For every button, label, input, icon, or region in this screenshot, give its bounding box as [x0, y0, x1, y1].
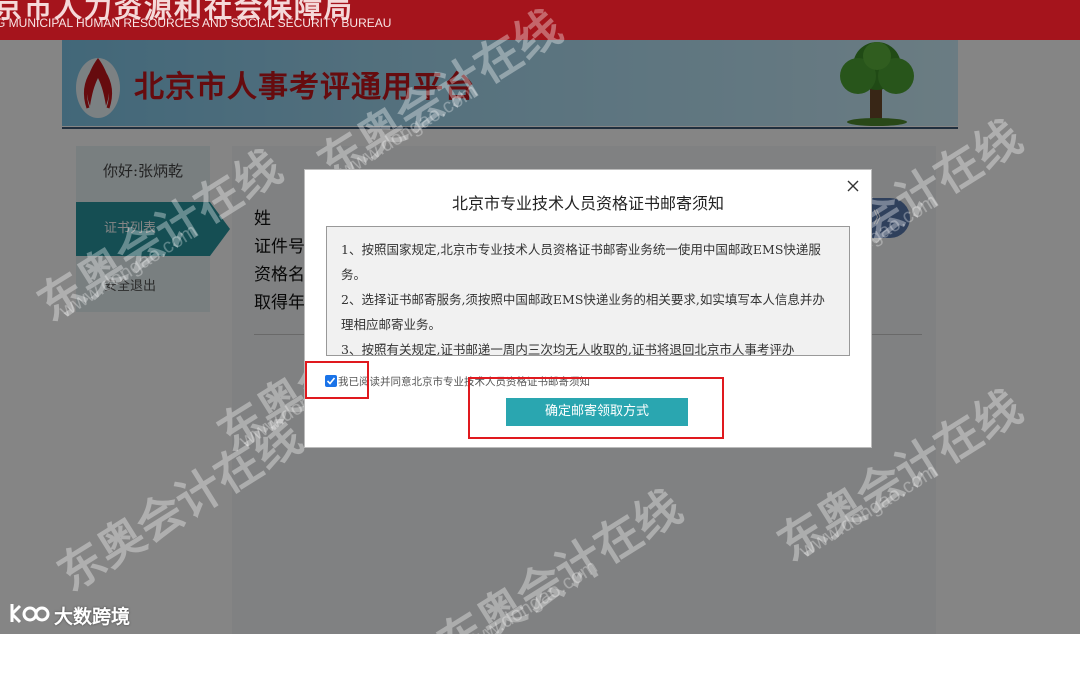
notice-item-3: 3、按照有关规定,证书邮递一周内三次均无人收取的,证书将退回北京市人事考评办 [341, 342, 795, 356]
dialog-title: 北京市专业技术人员资格证书邮寄须知 [451, 194, 724, 213]
brand-name: 大数跨境 [54, 606, 131, 628]
checkbox-highlight-box [305, 361, 369, 399]
button-highlight-box [468, 377, 724, 439]
notice-item-1: 1、按照国家规定,北京市专业技术人员资格证书邮寄业务统一使用中国邮政EMS快递服… [341, 242, 821, 282]
brand-logo-icon [10, 604, 50, 624]
notice-scroll-box[interactable]: 1、按照国家规定,北京市专业技术人员资格证书邮寄业务统一使用中国邮政EMS快递服… [326, 226, 850, 356]
close-icon[interactable] [845, 178, 861, 194]
notice-item-2: 2、选择证书邮寄服务,须按照中国邮政EMS快递业务的相关要求,如实填写本人信息并… [341, 292, 825, 332]
bureau-name-en: G MUNICIPAL HUMAN RESOURCES AND SOCIAL S… [0, 16, 392, 30]
